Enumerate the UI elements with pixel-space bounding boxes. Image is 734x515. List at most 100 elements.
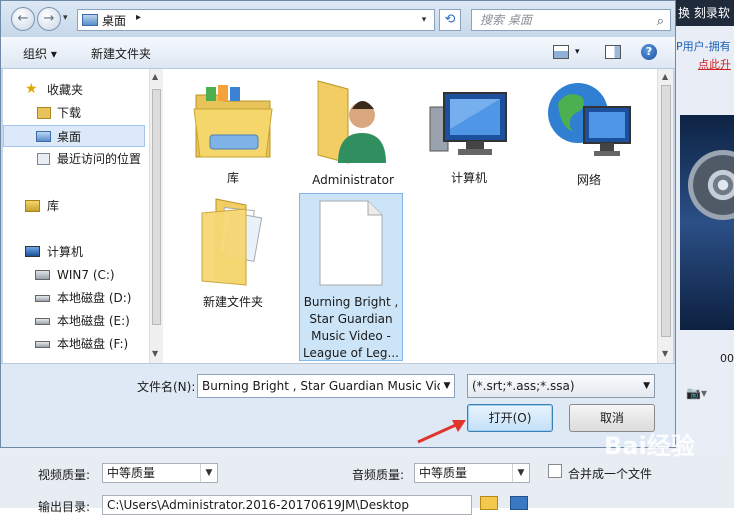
background-upgrade-link[interactable]: 点此升: [698, 56, 734, 72]
nav-drive-e-label: 本地磁盘 (E:): [57, 314, 130, 328]
user-folder-icon: [317, 80, 386, 164]
network-icon: [548, 83, 631, 156]
system-drive-icon: [35, 270, 50, 280]
nav-drive-f-label: 本地磁盘 (F:): [57, 337, 129, 351]
refresh-button[interactable]: ⟲: [439, 9, 461, 31]
hard-drive-icon: [35, 295, 50, 302]
audio-quality-select[interactable]: 中等质量 ▼: [414, 463, 530, 483]
recent-places-icon: [37, 153, 50, 165]
file-list-scrollbar[interactable]: ▲ ▼: [657, 69, 673, 363]
nav-drive-e[interactable]: 本地磁盘 (E:): [3, 310, 145, 332]
nav-favorites[interactable]: ★ 收藏夹: [3, 79, 145, 101]
desktop-folder-icon: [82, 14, 98, 26]
organize-button[interactable]: 组织 ▾: [23, 45, 57, 62]
hard-drive-icon: [35, 318, 50, 325]
file-name: 库: [226, 171, 239, 185]
nav-downloads-label: 下载: [57, 106, 82, 120]
watermark: Bai经验: [604, 432, 695, 460]
address-path[interactable]: 桌面: [102, 12, 126, 29]
output-dir-input[interactable]: C:\Users\Administrator.2016-20170619JM\D…: [102, 495, 472, 515]
folder-icon: [201, 198, 263, 286]
command-bar: 组织 ▾ 新建文件夹 ▾ ?: [1, 37, 675, 69]
file-name-line: Star Guardian: [309, 312, 393, 326]
address-dropdown-icon[interactable]: ▾: [416, 11, 432, 29]
nav-drive-c-label: WIN7 (C:): [57, 268, 115, 282]
nav-desktop-label: 桌面: [57, 130, 82, 144]
file-name: Administrator: [312, 173, 394, 187]
nav-downloads[interactable]: 下载: [3, 102, 145, 124]
search-icon[interactable]: ⌕: [657, 12, 664, 32]
film-reel-icon: [688, 150, 734, 220]
nav-pane-scroll-thumb[interactable]: [152, 89, 161, 325]
file-item-libraries[interactable]: 库: [181, 79, 285, 187]
address-bar[interactable]: 桌面 ▸ ▾: [77, 9, 435, 31]
document-icon: [319, 200, 383, 286]
breadcrumb-arrow-icon[interactable]: ▸: [136, 12, 141, 23]
nav-computer[interactable]: 计算机: [3, 241, 145, 263]
background-preview-counter: 00: [720, 352, 734, 365]
help-icon[interactable]: ?: [641, 44, 657, 60]
scroll-down-icon[interactable]: ▼: [662, 349, 668, 358]
navigation-bar: ← → ▾ 桌面 ▸ ▾ ⟲ 搜索 桌面 ⌕: [1, 1, 675, 37]
nav-drive-f[interactable]: 本地磁盘 (F:): [3, 333, 145, 355]
output-dir-value: C:\Users\Administrator.2016-20170619JM\D…: [107, 498, 409, 512]
file-name: 网络: [576, 173, 601, 187]
chevron-down-icon: ▼: [512, 464, 529, 482]
file-name-input[interactable]: Burning Bright , Star Guardian Music Vid…: [197, 374, 455, 398]
file-list-view: 库 Administrator 计算机 网络 新建文件夹 Burning Bri…: [163, 69, 673, 363]
chevron-down-icon[interactable]: ▼: [440, 375, 454, 397]
file-item-burning-bright[interactable]: Burning Bright , Star Guardian Music Vid…: [299, 197, 403, 362]
merge-label: 合并成一个文件: [568, 467, 653, 481]
file-item-computer[interactable]: 计算机: [417, 81, 521, 187]
chevron-down-icon: ▼: [200, 464, 217, 482]
new-folder-button[interactable]: 新建文件夹: [91, 45, 151, 62]
star-icon: ★: [25, 81, 38, 97]
nav-drive-d-label: 本地磁盘 (D:): [57, 291, 132, 305]
file-name: 计算机: [450, 171, 487, 185]
background-app-title-bar: 换 刻录软: [675, 0, 734, 26]
file-type-select[interactable]: (*.srt;*.ass;*.ssa) ▼: [467, 374, 655, 398]
open-button[interactable]: 打开(O): [467, 404, 553, 432]
scroll-up-icon[interactable]: ▲: [662, 72, 668, 81]
file-item-network[interactable]: 网络: [537, 77, 641, 189]
scroll-up-icon[interactable]: ▲: [152, 72, 158, 81]
video-quality-value: 中等质量: [107, 466, 156, 480]
nav-desktop[interactable]: 桌面: [3, 125, 145, 147]
downloads-folder-icon: [37, 107, 51, 119]
forward-button[interactable]: →: [37, 7, 61, 31]
nav-recent[interactable]: 最近访问的位置: [3, 148, 145, 170]
nav-recent-label: 最近访问的位置: [57, 152, 142, 166]
nav-libraries[interactable]: 库: [3, 195, 145, 217]
camera-icon[interactable]: 📷▾: [686, 386, 710, 402]
navigation-pane: ★ 收藏夹 下载 桌面 最近访问的位置 库 计算机 WIN7 (C:) 本地磁盘…: [3, 69, 163, 363]
file-name-value: Burning Bright , Star Guardian Music Vid: [202, 379, 445, 393]
scroll-down-icon[interactable]: ▼: [152, 349, 158, 358]
nav-favorites-label: 收藏夹: [47, 83, 84, 97]
merge-checkbox[interactable]: [548, 464, 562, 478]
file-item-new-folder[interactable]: 新建文件夹: [181, 193, 285, 311]
library-folder-icon: [193, 85, 273, 158]
view-options-icon[interactable]: [553, 45, 569, 59]
file-list-scroll-thumb[interactable]: [661, 85, 671, 337]
nav-drive-d[interactable]: 本地磁盘 (D:): [3, 287, 145, 309]
audio-quality-value: 中等质量: [419, 466, 468, 480]
file-name-line: Music Video -: [311, 329, 391, 343]
nav-pane-scrollbar[interactable]: ▲ ▼: [149, 69, 163, 363]
back-button[interactable]: ←: [11, 7, 35, 31]
library-icon: [25, 200, 40, 212]
arrow-right-icon: →: [43, 11, 55, 26]
background-preview-image: [680, 115, 734, 330]
search-placeholder: 搜索 桌面: [480, 13, 532, 27]
computer-icon: [25, 246, 40, 257]
background-promo-text: P用户-拥有: [676, 40, 731, 53]
view-dropdown-icon[interactable]: ▾: [575, 47, 580, 57]
preview-pane-icon[interactable]: [605, 45, 621, 59]
video-quality-select[interactable]: 中等质量 ▼: [102, 463, 218, 483]
file-type-value: (*.srt;*.ass;*.ssa): [472, 379, 575, 393]
search-input[interactable]: 搜索 桌面 ⌕: [471, 9, 671, 31]
recent-pages-dropdown[interactable]: ▾: [63, 13, 68, 23]
file-name-label: 文件名(N):: [137, 380, 196, 394]
file-item-administrator[interactable]: Administrator: [301, 75, 405, 189]
nav-drive-c[interactable]: WIN7 (C:): [3, 264, 145, 286]
red-arrow-annotation: [417, 420, 466, 444]
